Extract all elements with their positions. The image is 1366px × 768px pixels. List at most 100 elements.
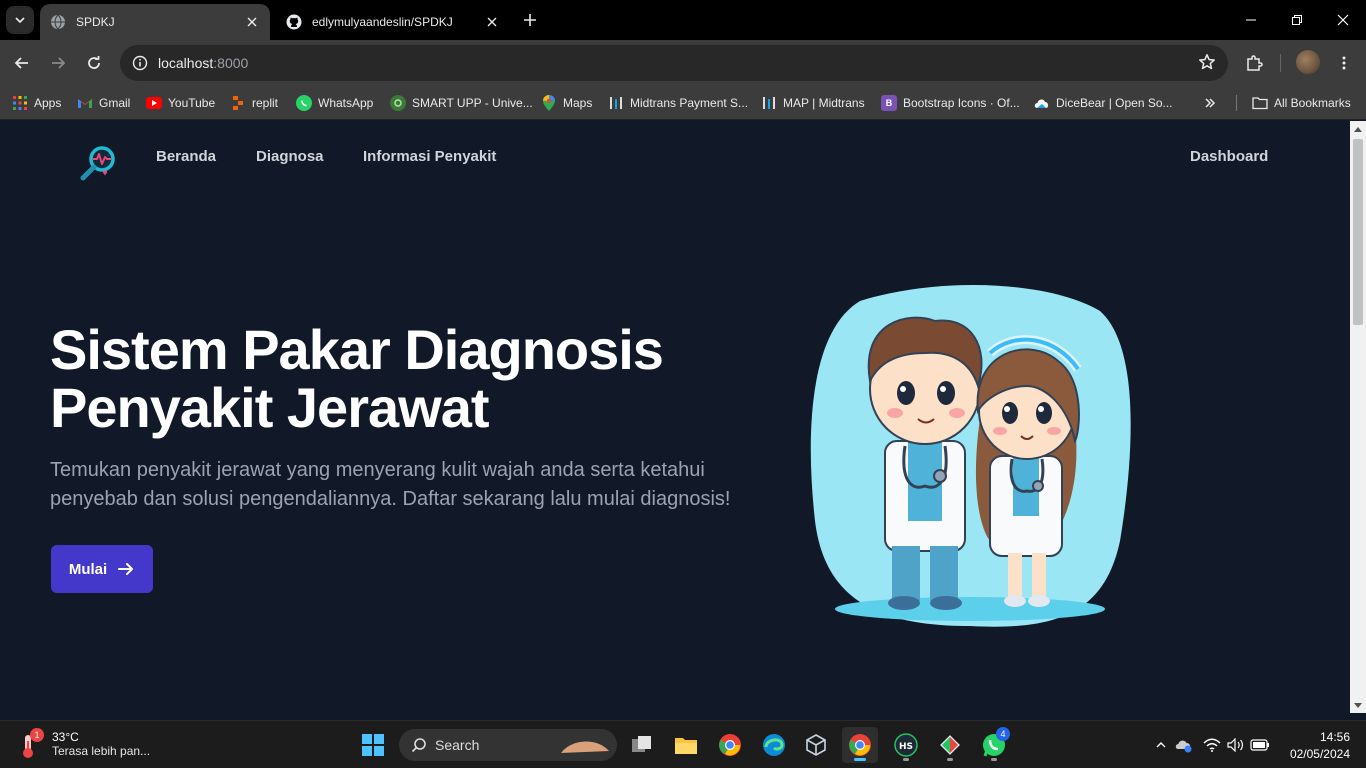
close-tab-icon[interactable] <box>484 14 500 30</box>
cube-icon <box>806 734 826 756</box>
close-window-button[interactable] <box>1320 0 1366 40</box>
weather-widget[interactable]: 1 33°C Terasa lebih pan... <box>18 727 150 761</box>
weather-temp: 33°C <box>52 730 79 744</box>
clock-time: 14:56 <box>1319 730 1350 744</box>
edge-app[interactable] <box>756 727 792 763</box>
hero-title-line2: Penyakit Jerawat <box>50 376 489 439</box>
browser-toolbar: localhost:8000 <box>0 40 1366 86</box>
bookmark-youtube[interactable]: YouTube <box>146 93 215 113</box>
forward-button[interactable] <box>44 49 72 77</box>
task-view-button[interactable] <box>624 727 660 763</box>
virtualbox-app[interactable] <box>798 727 834 763</box>
scroll-up-arrow[interactable] <box>1354 127 1362 132</box>
bookmark-apps[interactable]: Apps <box>12 93 61 113</box>
tab-spdkj[interactable]: SPDKJ <box>40 4 270 40</box>
page-scrollbar[interactable] <box>1350 121 1366 713</box>
chrome-app[interactable] <box>712 727 748 763</box>
all-bookmarks-button[interactable]: All Bookmarks <box>1252 93 1351 113</box>
back-button[interactable] <box>8 49 36 77</box>
nav-link-dashboard[interactable]: Dashboard <box>1190 148 1268 165</box>
bookmark-gmail[interactable]: Gmail <box>77 93 130 113</box>
more-bookmarks-button[interactable] <box>1204 93 1216 113</box>
whatsapp-app[interactable]: 4 <box>976 727 1012 763</box>
onedrive-icon[interactable] <box>1174 735 1194 755</box>
mulai-button[interactable]: Mulai <box>51 545 153 593</box>
doctors-illustration <box>810 284 1131 627</box>
arrow-left-icon <box>14 57 28 69</box>
minimize-icon <box>1246 19 1256 21</box>
site-logo[interactable] <box>78 143 118 183</box>
bookmark-star-icon[interactable] <box>1198 53 1216 76</box>
folder-icon <box>1252 95 1268 111</box>
running-indicator <box>991 758 997 761</box>
close-icon <box>1337 14 1349 26</box>
chrome-icon <box>849 734 871 756</box>
hero-subtitle: Temukan penyakit jerawat yang menyerang … <box>50 459 731 510</box>
site-info-icon[interactable] <box>122 45 158 81</box>
smart-upp-icon <box>390 95 406 111</box>
new-tab-button[interactable] <box>518 8 542 32</box>
wifi-icon[interactable] <box>1202 735 1222 755</box>
maps-icon <box>541 95 557 111</box>
hs-app[interactable]: HS <box>888 727 924 763</box>
folder-icon <box>675 738 697 754</box>
bookmark-maps[interactable]: Maps <box>541 93 592 113</box>
windows-taskbar: 1 33°C Terasa lebih pan... Search HS 4 1… <box>0 720 1366 768</box>
start-button[interactable] <box>355 727 391 763</box>
midtrans-icon <box>761 95 777 111</box>
minimize-button[interactable] <box>1228 0 1274 40</box>
address-bar[interactable]: localhost:8000 <box>120 45 1228 81</box>
reload-icon <box>88 56 100 69</box>
bookmark-bootstrap-icons[interactable]: B Bootstrap Icons · Of... <box>881 93 1020 113</box>
tab-search-button[interactable] <box>6 6 34 34</box>
tray-overflow-icon[interactable] <box>1151 735 1171 755</box>
hs-icon: HS <box>894 733 918 757</box>
thermometer-icon: 1 <box>18 727 46 761</box>
mulai-button-label: Mulai <box>68 560 108 578</box>
nav-link-beranda[interactable]: Beranda <box>156 148 216 165</box>
restore-button[interactable] <box>1274 0 1320 40</box>
bookmark-whatsapp[interactable]: WhatsApp <box>296 93 373 113</box>
arrow-right-icon <box>52 57 66 69</box>
active-indicator <box>854 758 866 761</box>
nav-link-diagnosa[interactable]: Diagnosa <box>256 148 324 165</box>
volume-icon[interactable] <box>1226 735 1246 755</box>
tab-strip: SPDKJ edlymulyaandeslin/SPDKJ <box>0 0 1366 40</box>
tab-github[interactable]: edlymulyaandeslin/SPDKJ <box>276 4 510 40</box>
chrome-icon <box>719 734 741 756</box>
bookmark-replit[interactable]: replit <box>230 93 278 113</box>
dicebear-icon <box>1034 95 1050 111</box>
clock-date: 02/05/2024 <box>1289 747 1350 761</box>
edge-icon <box>763 734 785 756</box>
bookmark-smart-upp[interactable]: SMART UPP - Unive... <box>390 93 533 113</box>
search-highlight-icon <box>561 741 609 753</box>
bookmark-dicebear[interactable]: DiceBear | Open So... <box>1034 93 1173 113</box>
menu-button[interactable] <box>1330 49 1358 77</box>
scroll-down-arrow[interactable] <box>1354 703 1362 708</box>
profile-avatar[interactable] <box>1296 50 1320 74</box>
bookmark-map-midtrans[interactable]: MAP | Midtrans <box>761 93 865 113</box>
magnifier-heartbeat-icon <box>80 146 115 181</box>
bookmark-midtrans-payment[interactable]: Midtrans Payment S... <box>608 93 748 113</box>
search-icon <box>411 738 426 753</box>
close-tab-icon[interactable] <box>244 14 260 30</box>
bookmarks-bar: Apps Gmail YouTube replit WhatsApp SMART… <box>0 86 1366 120</box>
battery-icon[interactable] <box>1250 735 1270 755</box>
nav-link-informasi-penyakit[interactable]: Informasi Penyakit <box>363 148 496 165</box>
diamond-icon <box>940 735 960 755</box>
hero-title: Sistem Pakar Diagnosis Penyakit Jerawat <box>50 321 750 437</box>
system-clock[interactable]: 14:56 02/05/2024 <box>1280 729 1350 763</box>
chrome-profile-app[interactable] <box>842 727 878 763</box>
chevron-down-icon <box>15 17 25 24</box>
file-explorer-app[interactable] <box>668 727 704 763</box>
hero-title-line1: Sistem Pakar Diagnosis <box>50 318 664 381</box>
git-app[interactable] <box>932 727 968 763</box>
extensions-button[interactable] <box>1240 49 1268 77</box>
search-label: Search <box>435 737 480 753</box>
reload-button[interactable] <box>80 49 108 77</box>
scroll-thumb[interactable] <box>1353 139 1363 325</box>
page-viewport: Beranda Diagnosa Informasi Penyakit Dash… <box>0 121 1350 713</box>
weather-description: Terasa lebih pan... <box>52 744 151 758</box>
tab-title: SPDKJ <box>76 15 115 29</box>
taskbar-search[interactable]: Search <box>399 729 617 761</box>
